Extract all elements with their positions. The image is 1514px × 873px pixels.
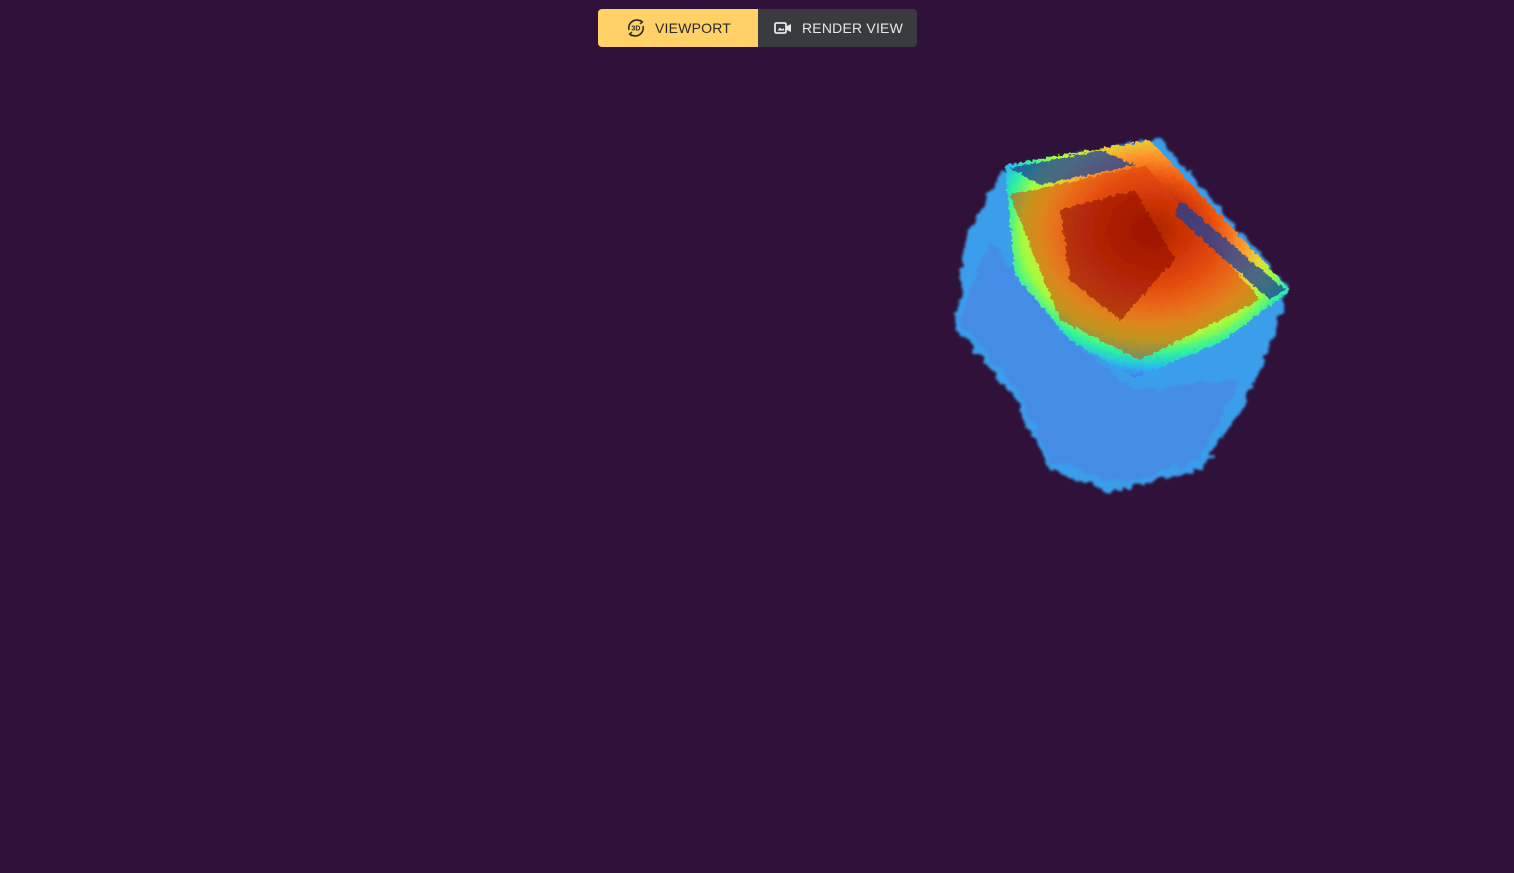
render-view-button[interactable]: RENDER VIEW xyxy=(758,9,917,47)
render-view-button-label: RENDER VIEW xyxy=(802,20,903,36)
view-mode-toggle: 3D VIEWPORT RENDER VIEW xyxy=(598,9,917,47)
3d-viewport[interactable]: 3D VIEWPORT RENDER VIEW xyxy=(0,0,1514,873)
viewport-button-label: VIEWPORT xyxy=(654,20,732,36)
point-cloud-render[interactable] xyxy=(0,0,1514,873)
video-camera-icon xyxy=(772,17,794,39)
svg-text:3D: 3D xyxy=(631,26,640,33)
rotate-3d-icon: 3D xyxy=(625,17,647,39)
viewport-button[interactable]: 3D VIEWPORT xyxy=(598,9,758,47)
